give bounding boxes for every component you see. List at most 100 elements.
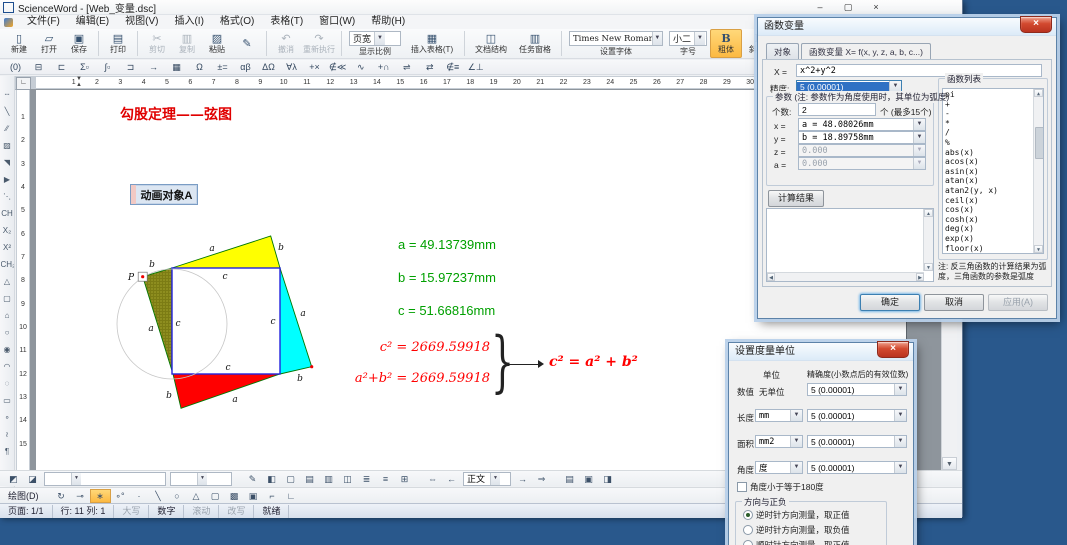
tool-icon[interactable]: CH [1, 205, 14, 222]
math-template-icon[interactable]: ∉≪ [326, 61, 349, 74]
flow-icon[interactable]: ← [442, 472, 461, 486]
tab-stop-selector[interactable]: ∟ [16, 77, 31, 90]
draw-tool-icon[interactable]: · [130, 489, 149, 503]
math-template-icon[interactable]: ⇄ [418, 61, 441, 74]
function-list-item[interactable]: ceil(x) [945, 196, 1032, 206]
function-list-item[interactable]: cos(x) [945, 205, 1032, 215]
toolbar-icon[interactable]: ◨ [598, 472, 617, 486]
math-template-icon[interactable]: αβ [234, 61, 257, 74]
point-p-marker[interactable] [141, 275, 144, 278]
tool-icon[interactable]: ≀ [1, 426, 14, 443]
close-button[interactable]: × [862, 0, 890, 14]
tool-icon[interactable]: ⋱ [1, 188, 14, 205]
pythagoras-figure[interactable]: a b a b a b a b c c c c P [100, 222, 340, 432]
toolbar-icon[interactable]: ≡ [376, 472, 395, 486]
draw-tool-icon[interactable]: ▣ [244, 489, 263, 503]
function-list-item[interactable]: - [945, 109, 1032, 119]
value-precision-combo[interactable]: 5 (0.00001)▼ [807, 383, 907, 396]
indent-marker[interactable]: ▼▲ [74, 76, 84, 88]
minimize-button[interactable]: – [806, 0, 834, 14]
print-button[interactable]: ▤打印 [103, 29, 133, 58]
math-template-icon[interactable]: ±= [211, 61, 234, 74]
scroll-down-icon[interactable]: ▼ [942, 457, 957, 470]
chevron-down-icon[interactable]: ▼ [913, 119, 925, 130]
style-combo[interactable]: ▼ [44, 472, 166, 486]
flow-icon[interactable]: ⇒ [532, 472, 551, 486]
chevron-down-icon[interactable]: ▼ [894, 436, 906, 447]
tool-icon[interactable]: ▨ [1, 137, 14, 154]
dialog-close-button[interactable]: × [1020, 16, 1052, 33]
direction-radio-row[interactable]: 逆时针方向测量，取正值 [743, 507, 850, 522]
inner-square[interactable] [172, 268, 280, 374]
function-list-item[interactable]: pi [945, 90, 1032, 100]
menu-item[interactable]: 格式(O) [212, 15, 262, 29]
tool-icon[interactable]: △ [1, 273, 14, 290]
direction-radio-row[interactable]: 逆时针方向测量，取负值 [743, 522, 850, 537]
maximize-button[interactable]: ▢ [834, 0, 862, 14]
math-template-icon[interactable]: ΔΩ [257, 61, 280, 74]
chevron-down-icon[interactable]: ▼ [894, 462, 906, 473]
toolbar-icon[interactable]: ▤ [300, 472, 319, 486]
zoom-combo[interactable]: 页宽▼ [349, 31, 401, 46]
toolbar-button[interactable]: ▱打开 [34, 29, 64, 58]
math-template-icon[interactable]: ⇌ [395, 61, 418, 74]
draw-tool-icon[interactable]: ∟ [282, 489, 301, 503]
result-vscroll[interactable]: ▲▼ [923, 209, 933, 271]
left-triangle[interactable] [143, 268, 173, 374]
menu-item[interactable]: 视图(V) [117, 15, 166, 29]
angle-unit-combo[interactable]: 度▼ [755, 461, 803, 474]
toolbar-button[interactable]: ✎ [232, 29, 262, 58]
font-name-combo[interactable]: Times New Roman▼ [569, 31, 663, 46]
insert-table-button[interactable]: ▦ 插入表格(T) [404, 29, 460, 58]
toolbar-icon[interactable]: ▣ [579, 472, 598, 486]
length-unit-combo[interactable]: mm▼ [755, 409, 803, 422]
toolbar-icon[interactable]: ◩ [4, 472, 23, 486]
chevron-down-icon[interactable]: ▼ [197, 473, 207, 485]
flow-icon[interactable]: → [513, 472, 532, 486]
function-list-item[interactable]: abs(x) [945, 148, 1032, 158]
calculate-button[interactable]: 计算结果 [768, 190, 824, 207]
dialog-title[interactable]: 函数变量 [758, 18, 1056, 36]
function-list-item[interactable]: asin(x) [945, 167, 1032, 177]
list-scrollbar[interactable]: ▲ ▼ [1033, 89, 1043, 253]
result-hscroll[interactable]: ◀▶ [767, 272, 924, 281]
tool-icon[interactable]: ◌ [1, 375, 14, 392]
chevron-down-icon[interactable]: ▼ [790, 410, 802, 421]
math-template-icon[interactable]: Ω [188, 61, 211, 74]
vertical-ruler[interactable]: 123456789101112131415 [16, 90, 30, 470]
chevron-down-icon[interactable]: ▼ [913, 132, 925, 143]
draw-tool-icon[interactable]: ▩ [225, 489, 244, 503]
draw-tool-icon[interactable]: △ [187, 489, 206, 503]
count-input[interactable]: 2 [798, 103, 876, 116]
tool-icon[interactable]: X₂ [1, 222, 14, 239]
math-template-icon[interactable]: Σ▫ [73, 61, 96, 74]
draw-tool-icon[interactable]: ○ [168, 489, 187, 503]
chevron-down-icon[interactable]: ▼ [694, 32, 705, 45]
tool-icon[interactable]: ∕∕ [1, 120, 14, 137]
toolbar-button[interactable]: ◫文档结构 [469, 29, 513, 58]
math-template-icon[interactable]: ∉≡ [441, 61, 464, 74]
math-template-icon[interactable]: ▦ [165, 61, 188, 74]
draw-tool-icon[interactable]: ⌐ [263, 489, 282, 503]
menu-item[interactable]: 窗口(W) [311, 15, 363, 29]
function-list-item[interactable]: acos(x) [945, 157, 1032, 167]
function-list-item[interactable]: exp(x) [945, 234, 1032, 244]
text-flow-combo[interactable]: 正文▼ [463, 472, 511, 486]
chevron-down-icon[interactable]: ▼ [894, 410, 906, 421]
menu-item[interactable]: 插入(I) [166, 15, 211, 29]
area-precision-combo[interactable]: 5 (0.00001)▼ [807, 435, 907, 448]
radio-icon[interactable] [743, 525, 753, 535]
math-template-icon[interactable]: ∿ [349, 61, 372, 74]
tool-icon[interactable]: CH₂ [1, 256, 14, 273]
toolbar-icon[interactable]: ⊞ [395, 472, 414, 486]
tool-icon[interactable]: ▭ [1, 392, 14, 409]
draw-tool-icon[interactable]: ↻ [52, 489, 71, 503]
direction-radio-row[interactable]: 顺时针方向测量，取正值 [743, 537, 850, 545]
chevron-down-icon[interactable]: ▼ [894, 384, 906, 395]
chevron-down-icon[interactable]: ▼ [652, 32, 662, 45]
toolbar-icon[interactable]: ◪ [23, 472, 42, 486]
vertex-marker[interactable] [310, 365, 313, 368]
angle-limit-checkbox[interactable] [737, 482, 747, 492]
angle-precision-combo[interactable]: 5 (0.00001)▼ [807, 461, 907, 474]
toolbar-button[interactable]: ✂剪切 [142, 29, 172, 58]
